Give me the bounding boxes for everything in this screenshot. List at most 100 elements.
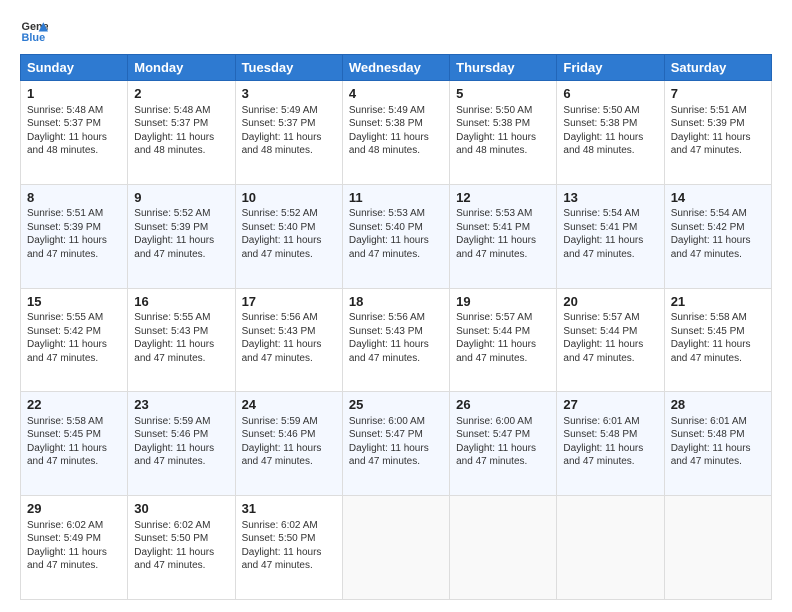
sunset-label: Sunset: 5:44 PM <box>456 326 530 337</box>
day-number: 6 <box>563 85 657 103</box>
day-number: 1 <box>27 85 121 103</box>
day-cell: 2Sunrise: 5:48 AMSunset: 5:37 PMDaylight… <box>128 81 235 185</box>
sunrise-label: Sunrise: 5:57 AM <box>563 312 639 323</box>
day-cell: 22Sunrise: 5:58 AMSunset: 5:45 PMDayligh… <box>21 392 128 496</box>
sunset-label: Sunset: 5:45 PM <box>27 429 101 440</box>
day-number: 5 <box>456 85 550 103</box>
sunset-label: Sunset: 5:39 PM <box>27 222 101 233</box>
sunrise-label: Sunrise: 6:02 AM <box>27 520 103 531</box>
sunrise-label: Sunrise: 5:58 AM <box>671 312 747 323</box>
daylight-label: Daylight: 11 hours <box>563 132 643 143</box>
weekday-monday: Monday <box>128 55 235 81</box>
day-cell: 28Sunrise: 6:01 AMSunset: 5:48 PMDayligh… <box>664 392 771 496</box>
day-cell <box>557 496 664 600</box>
week-row-3: 15Sunrise: 5:55 AMSunset: 5:42 PMDayligh… <box>21 288 772 392</box>
sunrise-label: Sunrise: 5:56 AM <box>349 312 425 323</box>
sunrise-label: Sunrise: 6:02 AM <box>134 520 210 531</box>
daylight-minutes: and 47 minutes. <box>671 456 742 467</box>
day-cell: 25Sunrise: 6:00 AMSunset: 5:47 PMDayligh… <box>342 392 449 496</box>
sunrise-label: Sunrise: 5:59 AM <box>242 416 318 427</box>
daylight-label: Daylight: 11 hours <box>349 443 429 454</box>
daylight-label: Daylight: 11 hours <box>27 547 107 558</box>
sunrise-label: Sunrise: 6:01 AM <box>671 416 747 427</box>
day-number: 14 <box>671 189 765 207</box>
day-number: 13 <box>563 189 657 207</box>
day-number: 7 <box>671 85 765 103</box>
daylight-label: Daylight: 11 hours <box>349 132 429 143</box>
weekday-friday: Friday <box>557 55 664 81</box>
daylight-label: Daylight: 11 hours <box>242 132 322 143</box>
day-cell: 27Sunrise: 6:01 AMSunset: 5:48 PMDayligh… <box>557 392 664 496</box>
day-cell: 3Sunrise: 5:49 AMSunset: 5:37 PMDaylight… <box>235 81 342 185</box>
sunset-label: Sunset: 5:46 PM <box>134 429 208 440</box>
daylight-minutes: and 47 minutes. <box>456 456 527 467</box>
sunrise-label: Sunrise: 6:00 AM <box>349 416 425 427</box>
daylight-minutes: and 47 minutes. <box>671 353 742 364</box>
sunrise-label: Sunrise: 5:55 AM <box>134 312 210 323</box>
day-cell <box>342 496 449 600</box>
day-number: 19 <box>456 293 550 311</box>
daylight-label: Daylight: 11 hours <box>242 547 322 558</box>
daylight-minutes: and 47 minutes. <box>134 456 205 467</box>
sunset-label: Sunset: 5:39 PM <box>134 222 208 233</box>
day-number: 29 <box>27 500 121 518</box>
daylight-minutes: and 47 minutes. <box>349 353 420 364</box>
svg-text:Blue: Blue <box>22 32 46 44</box>
daylight-label: Daylight: 11 hours <box>671 132 751 143</box>
logo: General Blue <box>20 16 52 44</box>
day-number: 2 <box>134 85 228 103</box>
daylight-minutes: and 47 minutes. <box>242 249 313 260</box>
daylight-label: Daylight: 11 hours <box>456 235 536 246</box>
day-number: 11 <box>349 189 443 207</box>
sunset-label: Sunset: 5:37 PM <box>27 118 101 129</box>
daylight-label: Daylight: 11 hours <box>563 235 643 246</box>
day-cell: 13Sunrise: 5:54 AMSunset: 5:41 PMDayligh… <box>557 184 664 288</box>
daylight-label: Daylight: 11 hours <box>671 443 751 454</box>
day-cell: 31Sunrise: 6:02 AMSunset: 5:50 PMDayligh… <box>235 496 342 600</box>
daylight-minutes: and 47 minutes. <box>456 353 527 364</box>
daylight-minutes: and 48 minutes. <box>563 145 634 156</box>
day-cell: 16Sunrise: 5:55 AMSunset: 5:43 PMDayligh… <box>128 288 235 392</box>
weekday-sunday: Sunday <box>21 55 128 81</box>
day-cell: 5Sunrise: 5:50 AMSunset: 5:38 PMDaylight… <box>450 81 557 185</box>
header: General Blue <box>20 16 772 44</box>
day-number: 8 <box>27 189 121 207</box>
sunrise-label: Sunrise: 5:51 AM <box>671 105 747 116</box>
sunrise-label: Sunrise: 5:50 AM <box>563 105 639 116</box>
weekday-header-row: SundayMondayTuesdayWednesdayThursdayFrid… <box>21 55 772 81</box>
day-cell: 4Sunrise: 5:49 AMSunset: 5:38 PMDaylight… <box>342 81 449 185</box>
daylight-label: Daylight: 11 hours <box>134 132 214 143</box>
daylight-minutes: and 47 minutes. <box>671 145 742 156</box>
daylight-label: Daylight: 11 hours <box>563 443 643 454</box>
day-cell <box>664 496 771 600</box>
sunrise-label: Sunrise: 5:59 AM <box>134 416 210 427</box>
daylight-minutes: and 47 minutes. <box>456 249 527 260</box>
daylight-minutes: and 47 minutes. <box>134 560 205 571</box>
day-number: 3 <box>242 85 336 103</box>
daylight-minutes: and 47 minutes. <box>27 560 98 571</box>
day-number: 26 <box>456 396 550 414</box>
day-number: 10 <box>242 189 336 207</box>
sunset-label: Sunset: 5:45 PM <box>671 326 745 337</box>
sunrise-label: Sunrise: 6:00 AM <box>456 416 532 427</box>
daylight-minutes: and 48 minutes. <box>456 145 527 156</box>
sunset-label: Sunset: 5:43 PM <box>242 326 316 337</box>
day-cell: 23Sunrise: 5:59 AMSunset: 5:46 PMDayligh… <box>128 392 235 496</box>
day-cell: 11Sunrise: 5:53 AMSunset: 5:40 PMDayligh… <box>342 184 449 288</box>
day-cell: 17Sunrise: 5:56 AMSunset: 5:43 PMDayligh… <box>235 288 342 392</box>
day-cell: 20Sunrise: 5:57 AMSunset: 5:44 PMDayligh… <box>557 288 664 392</box>
calendar-table: SundayMondayTuesdayWednesdayThursdayFrid… <box>20 54 772 600</box>
logo-icon: General Blue <box>20 16 48 44</box>
daylight-minutes: and 47 minutes. <box>134 249 205 260</box>
sunrise-label: Sunrise: 5:57 AM <box>456 312 532 323</box>
sunrise-label: Sunrise: 5:51 AM <box>27 208 103 219</box>
daylight-label: Daylight: 11 hours <box>134 547 214 558</box>
sunrise-label: Sunrise: 5:55 AM <box>27 312 103 323</box>
sunset-label: Sunset: 5:37 PM <box>134 118 208 129</box>
day-cell: 6Sunrise: 5:50 AMSunset: 5:38 PMDaylight… <box>557 81 664 185</box>
sunset-label: Sunset: 5:38 PM <box>456 118 530 129</box>
daylight-minutes: and 47 minutes. <box>563 456 634 467</box>
sunrise-label: Sunrise: 5:52 AM <box>242 208 318 219</box>
daylight-minutes: and 47 minutes. <box>349 249 420 260</box>
day-cell: 19Sunrise: 5:57 AMSunset: 5:44 PMDayligh… <box>450 288 557 392</box>
